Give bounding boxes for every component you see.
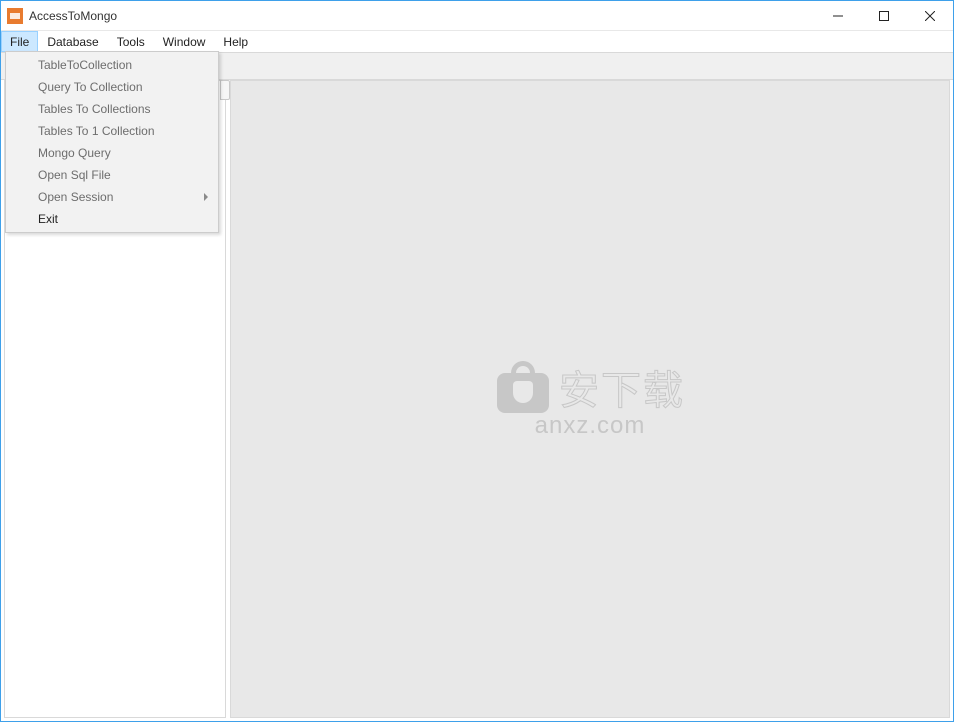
menu-file[interactable]: File — [1, 31, 38, 52]
side-panel-handle[interactable] — [220, 80, 230, 100]
menu-label: Window — [163, 35, 206, 49]
watermark-bag-icon — [495, 359, 551, 415]
menu-item-label: Query To Collection — [38, 80, 143, 94]
menu-item-label: Tables To 1 Collection — [38, 124, 155, 138]
minimize-icon — [833, 11, 843, 21]
menubar: File Database Tools Window Help — [1, 31, 953, 53]
main-panel: 安下载 anxz.com — [230, 80, 950, 718]
menu-item-label: Open Sql File — [38, 168, 111, 182]
maximize-icon — [879, 11, 889, 21]
menu-item-open-session[interactable]: Open Session — [8, 186, 216, 208]
menu-item-label: Tables To Collections — [38, 102, 151, 116]
minimize-button[interactable] — [815, 1, 861, 31]
watermark: 安下载 anxz.com — [495, 358, 685, 440]
maximize-button[interactable] — [861, 1, 907, 31]
menu-item-query-to-collection[interactable]: Query To Collection — [8, 76, 216, 98]
menu-item-label: Mongo Query — [38, 146, 111, 160]
menu-item-label: Open Session — [38, 190, 113, 204]
watermark-text-cn: 安下载 — [559, 358, 685, 416]
menu-label: Database — [47, 35, 98, 49]
menu-database[interactable]: Database — [38, 31, 107, 52]
menu-item-mongo-query[interactable]: Mongo Query — [8, 142, 216, 164]
menu-window[interactable]: Window — [154, 31, 215, 52]
file-menu-dropdown: TableToCollection Query To Collection Ta… — [5, 51, 219, 233]
menu-tools[interactable]: Tools — [108, 31, 154, 52]
close-icon — [925, 11, 935, 21]
menu-item-exit[interactable]: Exit — [8, 208, 216, 230]
menu-item-label: Exit — [38, 212, 58, 226]
window-title: AccessToMongo — [29, 9, 117, 23]
menu-item-tables-to-1-collection[interactable]: Tables To 1 Collection — [8, 120, 216, 142]
menu-item-open-sql-file[interactable]: Open Sql File — [8, 164, 216, 186]
chevron-right-icon — [204, 193, 208, 201]
menu-item-label: TableToCollection — [38, 58, 132, 72]
menu-item-table-to-collection[interactable]: TableToCollection — [8, 54, 216, 76]
menu-help[interactable]: Help — [214, 31, 257, 52]
close-button[interactable] — [907, 1, 953, 31]
window-controls — [815, 1, 953, 31]
menu-label: File — [10, 35, 29, 49]
menu-label: Help — [223, 35, 248, 49]
menu-label: Tools — [117, 35, 145, 49]
app-icon — [7, 8, 23, 24]
titlebar: AccessToMongo — [1, 1, 953, 31]
menu-item-tables-to-collections[interactable]: Tables To Collections — [8, 98, 216, 120]
watermark-url: anxz.com — [495, 412, 685, 440]
